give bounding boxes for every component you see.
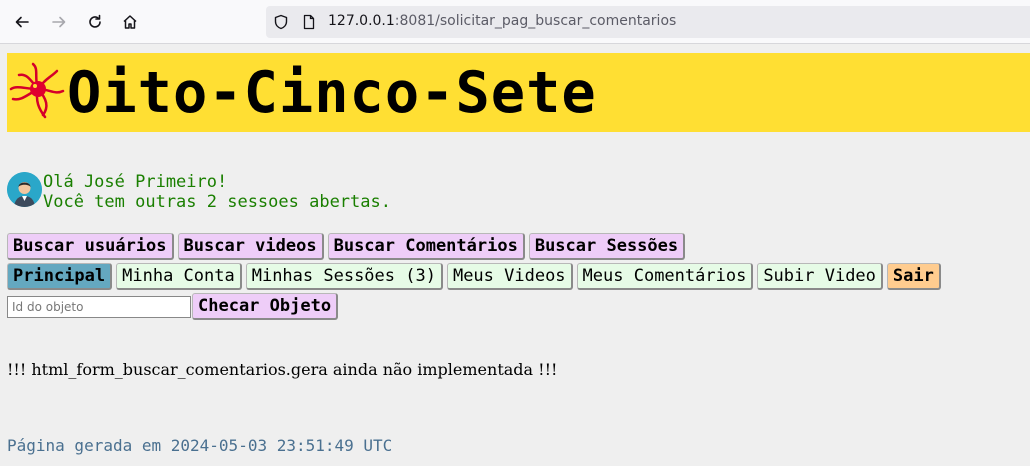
sessions-info: Você tem outras 2 sessoes abertas.	[43, 192, 391, 212]
forward-arrow-icon	[52, 16, 66, 28]
page-footer-timestamp: Página gerada em 2024-05-03 23:51:49 UTC	[7, 436, 393, 455]
octopus-logo-icon	[9, 62, 65, 119]
shield-icon[interactable]	[273, 14, 289, 30]
home-icon	[123, 15, 137, 29]
user-avatar-icon	[7, 172, 42, 207]
home-button[interactable]	[116, 8, 144, 36]
url-path: :8081/solicitar_pag_buscar_comentarios	[394, 13, 677, 29]
address-bar[interactable]: 127.0.0.1:8081/solicitar_pag_buscar_come…	[266, 6, 1030, 38]
browser-toolbar: 127.0.0.1:8081/solicitar_pag_buscar_come…	[0, 0, 1030, 44]
page-icon[interactable]	[301, 14, 317, 30]
meus-videos-button[interactable]: Meus Videos	[446, 263, 573, 290]
avatar	[7, 172, 42, 207]
greeting-line: Olá José Primeiro!	[43, 172, 228, 192]
sair-button[interactable]: Sair	[886, 263, 941, 290]
main-menu-row: Principal Minha Conta Minhas Sessões (3)…	[7, 263, 941, 290]
buscar-sessoes-button[interactable]: Buscar Sessões	[528, 233, 686, 260]
forward-button[interactable]	[45, 8, 73, 36]
admin-button-row: Buscar usuários Buscar videos Buscar Com…	[7, 233, 686, 260]
meus-comentarios-button[interactable]: Meus Comentários	[576, 263, 754, 290]
back-button[interactable]	[8, 8, 36, 36]
buscar-comentarios-button[interactable]: Buscar Comentários	[327, 233, 525, 260]
minha-conta-button[interactable]: Minha Conta	[116, 263, 242, 290]
reload-button[interactable]	[81, 8, 109, 36]
url-host: 127.0.0.1	[328, 13, 395, 29]
minhas-sessoes-button[interactable]: Minhas Sessões (3)	[245, 263, 443, 290]
checar-objeto-button[interactable]: Checar Objeto	[192, 293, 339, 320]
url-text[interactable]: 127.0.0.1:8081/solicitar_pag_buscar_come…	[328, 13, 676, 29]
reload-icon	[89, 14, 101, 28]
site-banner: Oito-Cinco-Sete	[7, 53, 1030, 132]
buscar-videos-button[interactable]: Buscar videos	[177, 233, 324, 260]
not-implemented-message: !!! html_form_buscar_comentarios.gera ai…	[7, 360, 558, 379]
back-arrow-icon	[15, 16, 29, 28]
site-title: Oito-Cinco-Sete	[67, 60, 597, 126]
buscar-usuarios-button[interactable]: Buscar usuários	[7, 233, 174, 260]
subir-video-button[interactable]: Subir Video	[757, 263, 883, 290]
principal-button[interactable]: Principal	[7, 263, 113, 290]
greeting-text: Olá José Primeiro! Você tem outras 2 ses…	[43, 172, 391, 212]
object-id-input[interactable]	[7, 296, 191, 318]
